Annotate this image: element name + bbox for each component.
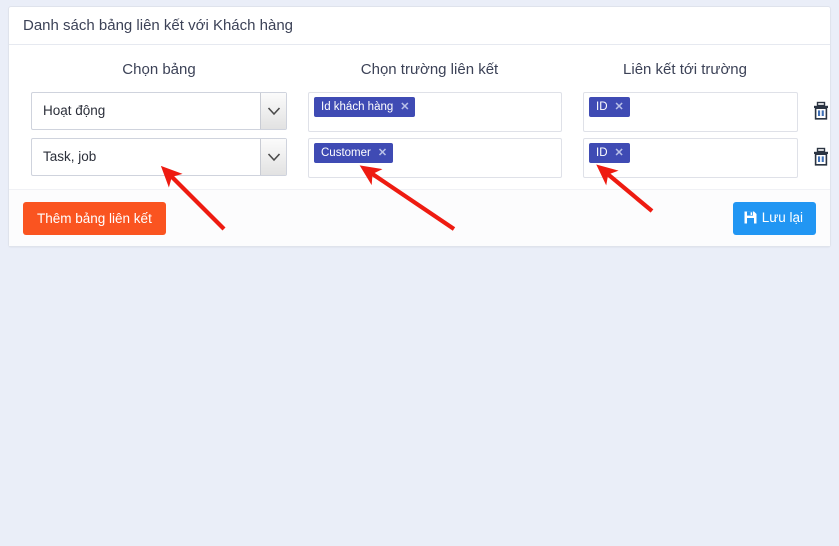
column-header-source-field: Chọn trường liên kết	[360, 61, 499, 78]
tag-remove-icon[interactable]: ✕	[378, 143, 387, 163]
tag-remove-icon[interactable]: ✕	[615, 97, 624, 117]
source-field-multiselect-row-2[interactable]: Customer ✕	[308, 138, 562, 178]
tag-label: Customer	[321, 147, 371, 159]
save-button[interactable]: Lưu lại	[732, 202, 816, 235]
source-field-multiselect-row-1[interactable]: Id khách hàng ✕	[308, 92, 562, 132]
tag-remove-icon[interactable]: ✕	[615, 143, 624, 163]
table-select-value-row-2: Task, job	[43, 149, 97, 164]
tag-target-row-1[interactable]: ID ✕	[589, 97, 630, 117]
table-select-value-row-1: Hoạt động	[43, 103, 106, 118]
card-title: Danh sách bảng liên kết với Khách hàng	[9, 7, 830, 45]
mapping-row: Task, job Customer ✕ ID ✕	[23, 135, 828, 181]
column-header-target-field: Liên kết tới trường	[623, 61, 747, 78]
column-headers: Chọn bảng Chọn trường liên kết Liên kết …	[23, 55, 816, 89]
add-linked-table-button[interactable]: Thêm bảng liên kết	[23, 202, 166, 235]
save-floppy-icon	[744, 211, 757, 227]
table-select-row-2[interactable]: Task, job	[31, 138, 287, 176]
tag-label: Id khách hàng	[321, 101, 394, 113]
target-field-multiselect-row-1[interactable]: ID ✕	[583, 92, 798, 132]
save-button-label: Lưu lại	[761, 210, 803, 225]
target-field-multiselect-row-2[interactable]: ID ✕	[583, 138, 798, 178]
chevron-down-icon[interactable]	[260, 139, 286, 175]
card-body: Chọn bảng Chọn trường liên kết Liên kết …	[9, 45, 830, 181]
linked-tables-card: Danh sách bảng liên kết với Khách hàng C…	[8, 6, 831, 247]
tag-remove-icon[interactable]: ✕	[400, 97, 409, 117]
tag-label: ID	[596, 147, 608, 159]
table-select-row-1[interactable]: Hoạt động	[31, 92, 287, 130]
tag-source-row-1[interactable]: Id khách hàng ✕	[314, 97, 416, 117]
tag-target-row-2[interactable]: ID ✕	[589, 143, 630, 163]
tag-source-row-2[interactable]: Customer ✕	[314, 143, 394, 163]
tag-label: ID	[596, 101, 608, 113]
column-header-table: Chọn bảng	[122, 61, 196, 78]
mapping-row: Hoạt động Id khách hàng ✕ ID ✕	[23, 89, 828, 135]
trash-icon[interactable]	[810, 146, 832, 168]
card-footer: Thêm bảng liên kết Lưu lại	[9, 189, 830, 246]
trash-icon[interactable]	[810, 100, 832, 122]
chevron-down-icon[interactable]	[260, 93, 286, 129]
